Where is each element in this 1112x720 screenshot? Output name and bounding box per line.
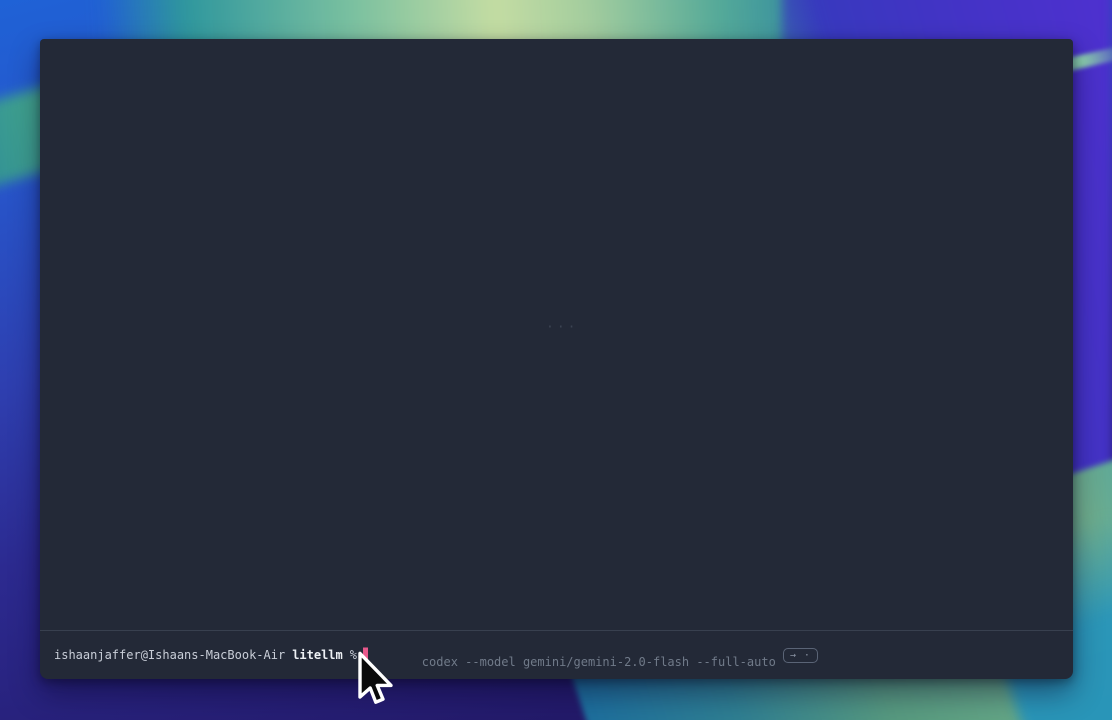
prompt-user-host: ishaanjaffer@Ishaans-MacBook-Air: [54, 648, 285, 662]
terminal-faint-ellipsis: ···: [546, 320, 578, 335]
prompt-directory: litellm: [292, 648, 343, 662]
autosuggest-hint-pill: → ·: [783, 648, 818, 663]
right-arrow-icon: → ·: [790, 649, 811, 662]
mouse-pointer-arrow: [357, 651, 395, 709]
terminal-window[interactable]: ··· ishaanjaffer@Ishaans-MacBook-Air lit…: [40, 39, 1073, 679]
command-input[interactable]: codex --model gemini/gemini-2.0-flash --…: [364, 627, 776, 683]
prompt-symbol: %: [350, 648, 357, 662]
autosuggestion-text: codex --model gemini/gemini-2.0-flash --…: [422, 655, 776, 669]
desktop-wallpaper: ··· ishaanjaffer@Ishaans-MacBook-Air lit…: [0, 0, 1112, 720]
terminal-prompt-row[interactable]: ishaanjaffer@Ishaans-MacBook-Air litellm…: [40, 630, 1073, 679]
terminal-output-area: ···: [40, 39, 1073, 630]
